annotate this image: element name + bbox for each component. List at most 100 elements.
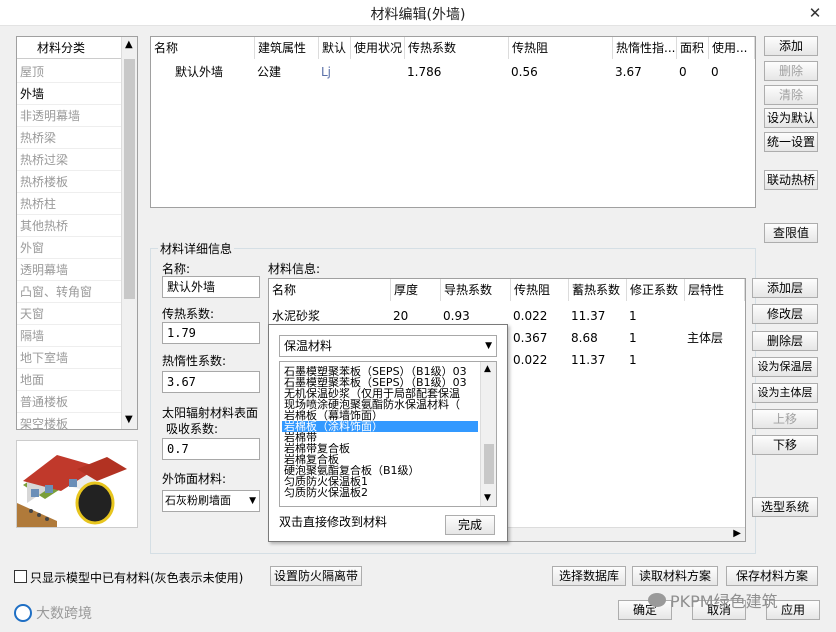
query-limit-button[interactable]: 查限值 (764, 223, 818, 243)
category-item[interactable]: 其他热桥 (17, 215, 121, 237)
delete-layer-button[interactable]: 删除层 (752, 331, 818, 351)
layer-a: 1 (629, 309, 637, 323)
option-scrollbar[interactable]: ▲ ▼ (480, 362, 496, 506)
material-popup[interactable]: 保温材料 ▼ 石墨模塑聚苯板（SEPS）（B1级）03 石墨模塑聚苯板（SEPS）… (268, 324, 508, 542)
category-item[interactable]: 非透明幕墙 (17, 105, 121, 127)
col-k[interactable]: 传热系数 (405, 37, 509, 59)
category-item[interactable]: 隔墙 (17, 325, 121, 347)
category-item[interactable]: 屋顶 (17, 61, 121, 83)
fire-belt-button[interactable]: 设置防火隔离带 (270, 566, 362, 586)
scroll-thumb[interactable] (124, 59, 135, 299)
layer-col-a[interactable]: 修正系数 (627, 279, 685, 301)
category-item[interactable]: 地面 (17, 369, 121, 391)
layer-col-r[interactable]: 传热阻 (511, 279, 569, 301)
save-scheme-button[interactable]: 保存材料方案 (726, 566, 818, 586)
done-button[interactable]: 完成 (445, 515, 495, 535)
category-item[interactable]: 外墙 (17, 83, 121, 105)
layer-col-lambda[interactable]: 导热系数 (441, 279, 511, 301)
category-item[interactable]: 透明幕墙 (17, 259, 121, 281)
close-icon[interactable]: ✕ (802, 3, 828, 23)
unify-settings-button[interactable]: 统一设置 (764, 132, 818, 152)
select-database-button[interactable]: 选择数据库 (552, 566, 626, 586)
category-item[interactable]: 外窗 (17, 237, 121, 259)
scroll-right-icon[interactable]: ▶ (733, 528, 741, 539)
category-item[interactable]: 天窗 (17, 303, 121, 325)
clear-button[interactable]: 清除 (764, 85, 818, 105)
category-scrollbar[interactable]: ▲ ▼ (121, 37, 137, 429)
window-title: 材料编辑(外墙) (370, 7, 466, 23)
material-option[interactable]: 匀质防火保温板1 (282, 476, 478, 487)
modify-layer-button[interactable]: 修改层 (752, 304, 818, 324)
material-option[interactable]: 石墨模塑聚苯板（SEPS）（B1级）03 (282, 377, 478, 388)
scroll-up-icon[interactable]: ▲ (484, 364, 491, 374)
link-bridge-button[interactable]: 联动热桥 (764, 170, 818, 190)
category-list[interactable]: 材料分类 屋顶 外墙 非透明幕墙 热桥梁 热桥过梁 热桥楼板 热桥柱 其他热桥 外窗 透明幕墙 凸窗… (16, 36, 138, 430)
category-header[interactable]: 材料分类 (17, 37, 137, 59)
category-item[interactable]: 凸窗、转角窗 (17, 281, 121, 303)
layer-s: 11.37 (571, 309, 606, 323)
layer-s: 11.37 (571, 353, 606, 367)
k-field[interactable]: 1.79 (162, 322, 260, 344)
material-option[interactable]: 岩棉复合板 (282, 454, 478, 465)
chevron-down-icon: ▼ (485, 341, 492, 351)
finish-select[interactable]: 石灰粉刷墙面 ▼ (162, 490, 260, 512)
col-d[interactable]: 热惰性指... (613, 37, 677, 59)
move-down-button[interactable]: 下移 (752, 435, 818, 455)
delete-button[interactable]: 删除 (764, 61, 818, 81)
col-name[interactable]: 名称 (151, 37, 255, 59)
layer-col-s[interactable]: 蓄热系数 (569, 279, 627, 301)
d-label: 热惰性系数: (162, 354, 227, 368)
col-attr[interactable]: 建筑属性 (255, 37, 319, 59)
add-button[interactable]: 添加 (764, 36, 818, 56)
move-up-button[interactable]: 上移 (752, 409, 818, 429)
scroll-up-icon[interactable]: ▲ (125, 39, 133, 50)
solar-label-2: 吸收系数: (166, 422, 219, 436)
material-option[interactable]: 硬泡聚氨酯复合板（B1级） (282, 465, 478, 476)
col-r[interactable]: 传热阻 (509, 37, 613, 59)
material-option[interactable]: 石墨模塑聚苯板（SEPS）（B1级）03 (282, 366, 478, 377)
category-item[interactable]: 热桥过梁 (17, 149, 121, 171)
materials-table[interactable]: 名称 建筑属性 默认 使用状况 传热系数 传热阻 热惰性指... 面积 使用..… (150, 36, 756, 208)
name-field[interactable]: 默认外墙 (162, 276, 260, 298)
material-option[interactable]: 无机保温砂浆（仅用于局部配套保温 (282, 388, 478, 399)
set-insulation-button[interactable]: 设为保温层 (752, 357, 818, 377)
material-option[interactable]: 现场喷涂硬泡聚氨酯防水保温材料（ (282, 399, 478, 410)
table-row[interactable]: 默认外墙 公建 ǈ 1.786 0.56 3.67 0 0 (151, 61, 755, 83)
category-item[interactable]: 普通楼板 (17, 391, 121, 413)
set-main-button[interactable]: 设为主体层 (752, 383, 818, 403)
material-type-select[interactable]: 保温材料 ▼ (279, 335, 497, 357)
material-option[interactable]: 岩棉带 (282, 432, 478, 443)
material-option[interactable]: 岩棉板（涂料饰面） (282, 421, 478, 432)
select-system-button[interactable]: 选型系统 (752, 497, 818, 517)
category-item[interactable]: 热桥楼板 (17, 171, 121, 193)
read-scheme-button[interactable]: 读取材料方案 (632, 566, 718, 586)
col-status[interactable]: 使用状况 (351, 37, 405, 59)
category-header-label: 材料分类 (37, 41, 86, 55)
solar-field[interactable]: 0.7 (162, 438, 260, 460)
show-used-checkbox[interactable] (14, 570, 27, 583)
category-item[interactable]: 热桥柱 (17, 193, 121, 215)
watermark-left: 大数跨境 (14, 602, 92, 624)
scroll-thumb[interactable] (484, 444, 494, 484)
material-option-list[interactable]: 石墨模塑聚苯板（SEPS）（B1级）03 石墨模塑聚苯板（SEPS）（B1级）03… (279, 361, 497, 507)
col-default[interactable]: 默认 (319, 37, 351, 59)
scroll-down-icon[interactable]: ▼ (125, 414, 133, 425)
layer-r: 0.022 (513, 309, 548, 323)
name-label: 名称: (162, 262, 191, 276)
col-use[interactable]: 使用... (709, 37, 755, 59)
material-option[interactable]: 岩棉板（幕墙饰面） (282, 410, 478, 421)
material-option[interactable]: 匀质防火保温板2 (282, 487, 478, 498)
scroll-down-icon[interactable]: ▼ (484, 493, 491, 503)
add-layer-button[interactable]: 添加层 (752, 278, 818, 298)
layer-col-thickness[interactable]: 厚度 (391, 279, 441, 301)
set-default-button[interactable]: 设为默认 (764, 108, 818, 128)
category-item[interactable]: 架空楼板 (17, 413, 121, 429)
col-area[interactable]: 面积 (677, 37, 709, 59)
category-item[interactable]: 地下室墙 (17, 347, 121, 369)
d-field[interactable]: 3.67 (162, 371, 260, 393)
category-items: 屋顶 外墙 非透明幕墙 热桥梁 热桥过梁 热桥楼板 热桥柱 其他热桥 外窗 透明幕墙 凸窗、转角窗天… (17, 61, 121, 429)
layer-col-name[interactable]: 名称 (269, 279, 391, 301)
layer-col-prop[interactable]: 层特性 (685, 279, 745, 301)
material-option[interactable]: 岩棉带复合板 (282, 443, 478, 454)
category-item[interactable]: 热桥梁 (17, 127, 121, 149)
